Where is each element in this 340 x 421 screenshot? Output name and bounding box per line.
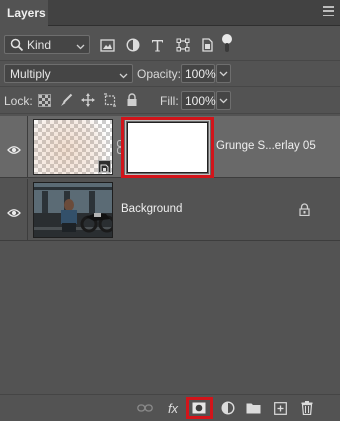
delete-layer-icon[interactable] — [299, 399, 315, 417]
fill-field[interactable]: 100% — [181, 91, 216, 110]
panel-menu-icon[interactable] — [323, 6, 334, 16]
panel-footer-toolbar: fx — [0, 394, 340, 421]
filter-kind-label: Kind — [27, 37, 52, 52]
blend-mode-select[interactable]: Multiply — [4, 64, 133, 83]
blend-mode-value: Multiply — [10, 66, 51, 81]
eye-column-separator — [27, 179, 28, 241]
layer-name-grunge[interactable]: Grunge S...erlay 05 — [216, 140, 316, 152]
chevron-down-icon — [219, 71, 228, 77]
layers-list: Grunge S...erlay 05 Background — [0, 116, 340, 392]
lock-row: Lock: Fill: 100% — [0, 89, 340, 111]
new-adjustment-layer-icon[interactable] — [220, 399, 236, 417]
new-group-icon[interactable] — [245, 399, 261, 417]
divider — [0, 60, 340, 61]
divider — [0, 113, 340, 114]
layer-row-background[interactable]: Background — [0, 179, 340, 241]
link-layers-icon[interactable] — [137, 399, 153, 417]
layer-locked-icon[interactable] — [299, 203, 310, 217]
fill-label: Fill: — [160, 94, 179, 108]
type-layer-filter-icon[interactable] — [150, 38, 165, 53]
lock-transparent-pixels-icon[interactable] — [37, 93, 51, 107]
layers-panel: Layers Kind Multiply Opacity: 100% Lock:… — [0, 0, 340, 421]
smart-object-badge-icon — [98, 160, 111, 173]
tab-layers[interactable]: Layers — [0, 0, 48, 26]
divider — [0, 86, 340, 87]
lock-all-icon[interactable] — [125, 93, 139, 107]
adjustment-layer-filter-icon[interactable] — [125, 38, 140, 53]
chevron-down-icon — [76, 40, 85, 50]
layer-mask-highlight — [121, 117, 214, 178]
chevron-down-icon — [219, 98, 228, 104]
layer-name-background[interactable]: Background — [121, 203, 182, 215]
opacity-value: 100% — [185, 66, 216, 81]
blend-row: Multiply Opacity: 100% — [0, 62, 340, 84]
shape-layer-filter-icon[interactable] — [175, 38, 190, 53]
layer-mask-thumbnail[interactable] — [125, 120, 210, 175]
search-icon — [10, 38, 24, 52]
fill-value: 100% — [185, 93, 216, 108]
filter-icon-group — [100, 36, 225, 54]
visibility-eye-icon[interactable] — [7, 142, 21, 154]
filter-row: Kind — [0, 30, 340, 58]
opacity-field[interactable]: 100% — [181, 64, 216, 83]
prevent-auto-nesting-icon[interactable] — [103, 93, 117, 107]
filter-kind-select[interactable]: Kind — [4, 35, 90, 54]
lock-position-icon[interactable] — [81, 93, 95, 107]
filter-toggle-rail — [225, 43, 229, 52]
layer-effects-label: fx — [167, 400, 179, 416]
lock-label: Lock: — [4, 94, 33, 108]
layer-row-grunge[interactable]: Grunge S...erlay 05 — [0, 116, 340, 178]
layer-thumbnail-grunge[interactable] — [33, 119, 113, 175]
lock-icon-group — [37, 93, 147, 107]
layer-effects-icon[interactable]: fx — [165, 399, 181, 417]
chevron-down-icon — [119, 69, 128, 79]
pixel-layer-filter-icon[interactable] — [100, 38, 115, 53]
opacity-slider-button[interactable] — [216, 64, 231, 83]
eye-column-separator — [27, 116, 28, 178]
add-layer-mask-icon[interactable] — [191, 399, 207, 417]
smart-object-filter-icon[interactable] — [200, 38, 215, 53]
filter-toggle-switch[interactable] — [222, 34, 232, 54]
motorcycle-photo-image — [34, 183, 112, 237]
layer-thumbnail-background[interactable] — [33, 182, 113, 238]
new-layer-icon[interactable] — [272, 399, 288, 417]
opacity-label: Opacity: — [137, 67, 182, 81]
panel-header: Layers — [0, 0, 340, 26]
lock-image-pixels-icon[interactable] — [59, 93, 73, 107]
fill-slider-button[interactable] — [216, 91, 231, 110]
tab-layers-label: Layers — [7, 6, 46, 20]
visibility-eye-icon[interactable] — [7, 205, 21, 217]
